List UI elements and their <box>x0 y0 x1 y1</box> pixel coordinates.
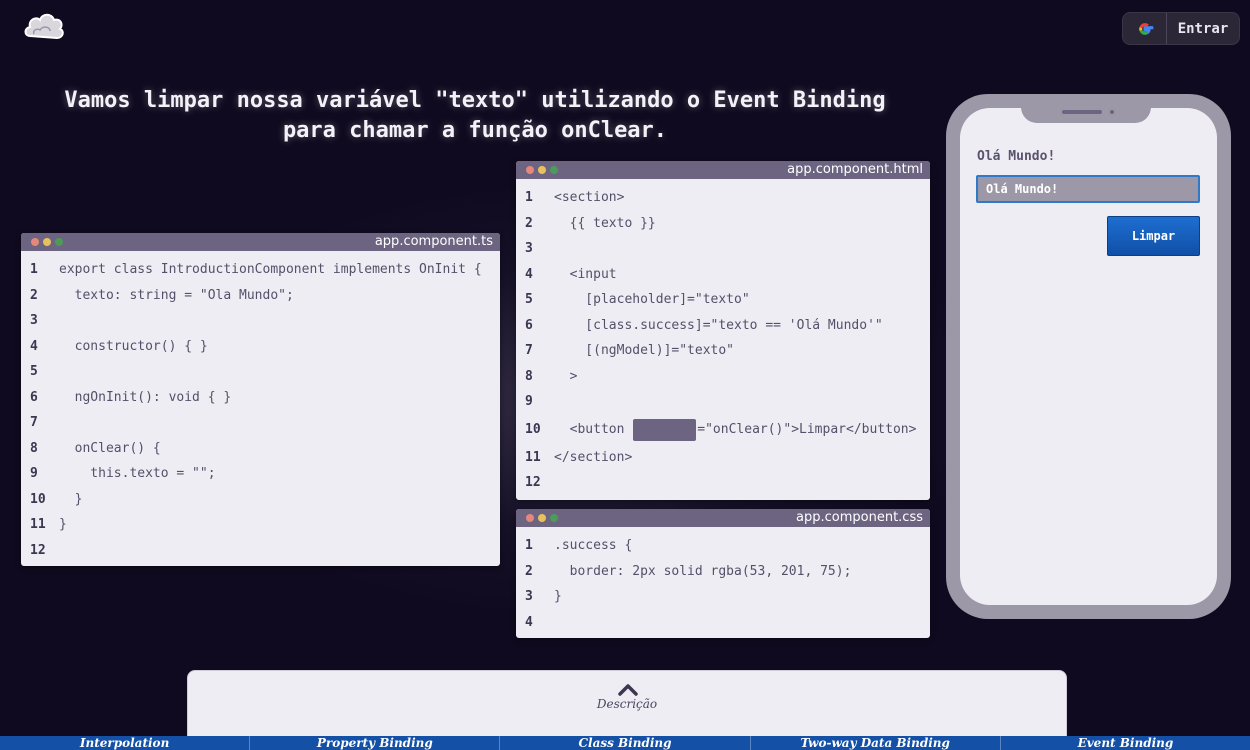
texto-input[interactable] <box>976 175 1200 203</box>
code-line: 1 export class IntroductionComponent impl… <box>30 262 482 278</box>
window-controls <box>526 166 558 174</box>
tab-interpolation[interactable]: Interpolation <box>0 736 251 750</box>
close-dot-icon <box>31 238 39 246</box>
file-name: app.component.css <box>796 510 923 525</box>
maximize-dot-icon <box>550 514 558 522</box>
code-line: 3} <box>525 589 562 605</box>
title-line-1: Vamos limpar nossa variável "texto" util… <box>64 88 886 113</box>
code-line: 9 <box>525 394 533 410</box>
window-titlebar: app.component.html <box>516 161 930 179</box>
code-block: 1 <section> 2 {{ texto }} 3 4 <input 5 [p… <box>516 179 930 496</box>
code-line: 2 {{ texto }} <box>525 215 656 231</box>
code-block: 1 .success { 2 border: 2px solid rgba(53,… <box>516 527 930 635</box>
code-line: 11} <box>30 517 67 533</box>
phone-notch <box>1021 94 1151 123</box>
code-line: 1 .success { <box>525 538 633 554</box>
code-line: 4 <input <box>525 266 617 282</box>
code-line: 11 </section> <box>525 449 633 465</box>
code-line: 2 texto: string = "Ola Mundo"; <box>30 287 294 303</box>
file-name: app.component.ts <box>374 234 493 249</box>
css-code-window: app.component.css 1 .success { 2 border: … <box>516 509 930 638</box>
code-line: 5 [placeholder]="texto" <box>525 292 750 308</box>
phone-camera <box>1110 110 1114 114</box>
bottom-nav: Interpolation Property Binding Class Bin… <box>0 736 1250 750</box>
code-line: 7 [(ngModel)]="texto" <box>525 343 735 359</box>
code-line: 6 ngOnInit(): void { } <box>30 389 232 405</box>
code-line: 8 onClear() { <box>30 440 161 456</box>
login-button[interactable]: Entrar <box>1122 12 1240 45</box>
code-line: 12 <box>30 542 46 558</box>
tab-class-binding[interactable]: Class Binding <box>500 736 751 750</box>
login-label: Entrar <box>1177 20 1229 37</box>
code-line: 8 > <box>525 368 578 384</box>
description-label: Descrição <box>596 697 658 711</box>
cloud-icon[interactable] <box>22 8 66 46</box>
interpolated-text: Olá Mundo! <box>977 149 1056 164</box>
code-line: 3 <box>30 313 38 329</box>
file-name: app.component.html <box>787 162 923 177</box>
code-line: 5 <box>30 364 38 380</box>
answer-blank-slot[interactable] <box>633 418 697 441</box>
code-line: 3 <box>525 241 533 257</box>
minimize-dot-icon <box>538 166 546 174</box>
code-line: 1 <section> <box>525 190 625 206</box>
html-code-window: app.component.html 1 <section> 2 {{ texto… <box>516 161 930 500</box>
tab-two-way-data-binding[interactable]: Two-way Data Binding <box>751 736 1001 750</box>
window-controls <box>31 238 63 246</box>
window-titlebar: app.component.css <box>516 509 930 527</box>
maximize-dot-icon <box>550 166 558 174</box>
close-dot-icon <box>526 166 534 174</box>
window-controls <box>526 514 558 522</box>
maximize-dot-icon <box>55 238 63 246</box>
title-line-2: para chamar a função onClear. <box>282 118 668 143</box>
code-line: 10 } <box>30 491 83 507</box>
minimize-dot-icon <box>538 514 546 522</box>
tab-property-binding[interactable]: Property Binding <box>250 736 501 750</box>
code-line: 2 border: 2px solid rgba(53, 201, 75); <box>525 563 852 579</box>
code-line: 4 constructor() { } <box>30 338 208 354</box>
ts-code-window: app.component.ts 1 export class Introduct… <box>21 233 500 566</box>
window-titlebar: app.component.ts <box>21 233 500 251</box>
phone-speaker <box>1062 110 1102 114</box>
code-line: 12 <box>525 475 541 491</box>
code-line: 7 <box>30 415 38 431</box>
phone-preview: Olá Mundo! Limpar <box>946 94 1231 619</box>
page-title: Vamos limpar nossa variável "texto" util… <box>10 86 940 146</box>
code-line: 4 <box>525 614 533 630</box>
close-dot-icon <box>526 514 534 522</box>
tab-event-binding[interactable]: Event Binding <box>1001 736 1250 750</box>
code-line: 6 [class.success]="texto == 'Olá Mundo'" <box>525 317 883 333</box>
code-block: 1 export class IntroductionComponent impl… <box>21 251 500 563</box>
code-line: 10 <button ="onClear()">Limpar</button> <box>516 415 930 445</box>
code-line: 9 this.texto = ""; <box>30 466 216 482</box>
minimize-dot-icon <box>43 238 51 246</box>
google-icon <box>1123 13 1167 44</box>
limpar-button[interactable]: Limpar <box>1107 216 1200 256</box>
